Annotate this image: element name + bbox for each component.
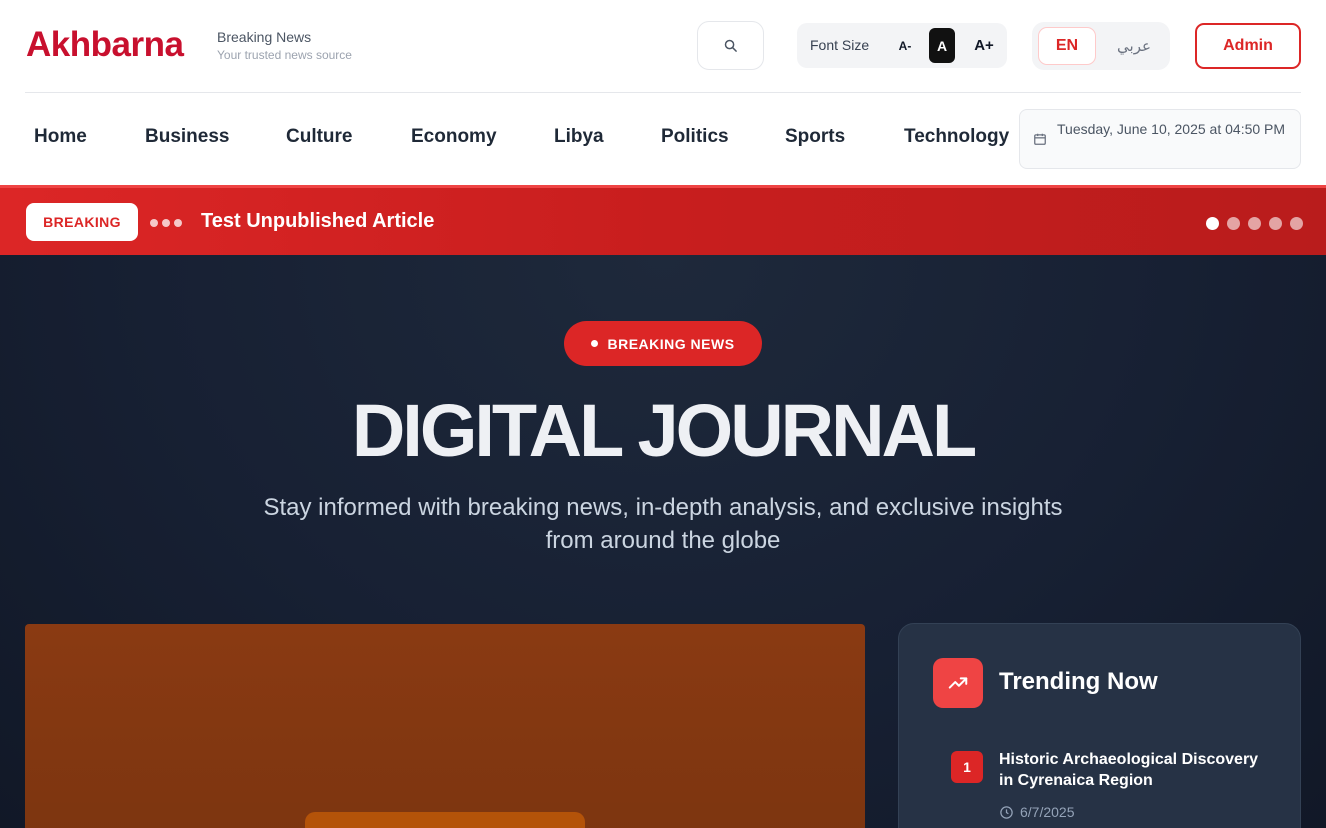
tagline-title: Breaking News xyxy=(217,29,312,45)
ticker-pagination xyxy=(1206,217,1303,230)
breaking-headline[interactable]: Test Unpublished Article xyxy=(201,208,434,234)
font-normal-button[interactable]: A xyxy=(929,28,955,63)
live-dot-icon xyxy=(591,340,599,347)
ticker-dots-icon xyxy=(150,219,182,227)
trending-article-title[interactable]: Historic Archaeological Discovery in Cyr… xyxy=(999,749,1259,791)
tagline-subtitle: Your trusted news source xyxy=(217,48,352,62)
nav-item-economy[interactable]: Economy xyxy=(411,125,497,149)
ticker-page-dot[interactable] xyxy=(1290,217,1303,230)
trending-up-icon xyxy=(933,658,983,708)
trending-rank: 1 xyxy=(951,751,983,783)
site-logo[interactable]: Akhbarna xyxy=(26,24,184,66)
trending-article-meta: 6/7/2025 xyxy=(999,804,1075,820)
nav-item-business[interactable]: Business xyxy=(145,125,229,149)
hero-title: DIGITAL JOURNAL xyxy=(351,389,977,472)
ticker-page-dot[interactable] xyxy=(1269,217,1282,230)
nav-item-libya[interactable]: Libya xyxy=(554,125,604,149)
nav-item-technology[interactable]: Technology xyxy=(904,125,1009,149)
ticker-page-dot[interactable] xyxy=(1248,217,1261,230)
admin-button[interactable]: Admin xyxy=(1195,23,1301,69)
current-date: Tuesday, June 10, 2025 at 04:50 PM xyxy=(1019,109,1301,169)
font-decrease-button[interactable]: A- xyxy=(891,28,919,63)
nav-item-home[interactable]: Home xyxy=(34,125,87,149)
language-switcher: EN عربي xyxy=(1032,22,1170,70)
main-nav: Home Business Culture Economy Libya Poli… xyxy=(0,93,1326,185)
trending-article-date: 6/7/2025 xyxy=(1020,804,1075,820)
breaking-ticker: BREAKING Test Unpublished Article xyxy=(0,185,1326,255)
hero-section: BREAKING NEWS DIGITAL JOURNAL Stay infor… xyxy=(0,255,1326,828)
trending-panel: Trending Now 1 Historic Archaeological D… xyxy=(898,623,1301,828)
hero-badge: BREAKING NEWS xyxy=(564,321,762,366)
font-size-control: Font Size A- A A+ xyxy=(797,23,1007,68)
font-size-label: Font Size xyxy=(810,37,870,53)
nav-item-culture[interactable]: Culture xyxy=(286,125,353,149)
calendar-icon xyxy=(1034,133,1046,145)
font-increase-button[interactable]: A+ xyxy=(967,28,1001,63)
nav-item-politics[interactable]: Politics xyxy=(661,125,729,149)
lang-en-button[interactable]: EN xyxy=(1038,27,1096,65)
lang-ar-button[interactable]: عربي xyxy=(1104,27,1164,65)
date-text: Tuesday, June 10, 2025 at 04:50 PM xyxy=(1057,121,1286,137)
search-button[interactable] xyxy=(697,21,764,70)
nav-item-sports[interactable]: Sports xyxy=(785,125,845,149)
clock-icon xyxy=(1000,805,1013,819)
ticker-page-dot[interactable] xyxy=(1227,217,1240,230)
featured-category-tag xyxy=(305,812,585,828)
trending-title: Trending Now xyxy=(999,668,1158,695)
hero-subtitle: Stay informed with breaking news, in-dep… xyxy=(263,494,1063,554)
featured-article-card[interactable] xyxy=(25,624,865,828)
breaking-label: BREAKING xyxy=(26,203,138,241)
ticker-page-dot[interactable] xyxy=(1206,217,1219,230)
tagline: Breaking News Your trusted news source xyxy=(217,29,352,63)
site-header: Akhbarna Breaking News Your trusted news… xyxy=(0,0,1326,92)
search-icon xyxy=(724,39,737,52)
hero-badge-label: BREAKING NEWS xyxy=(607,335,735,352)
